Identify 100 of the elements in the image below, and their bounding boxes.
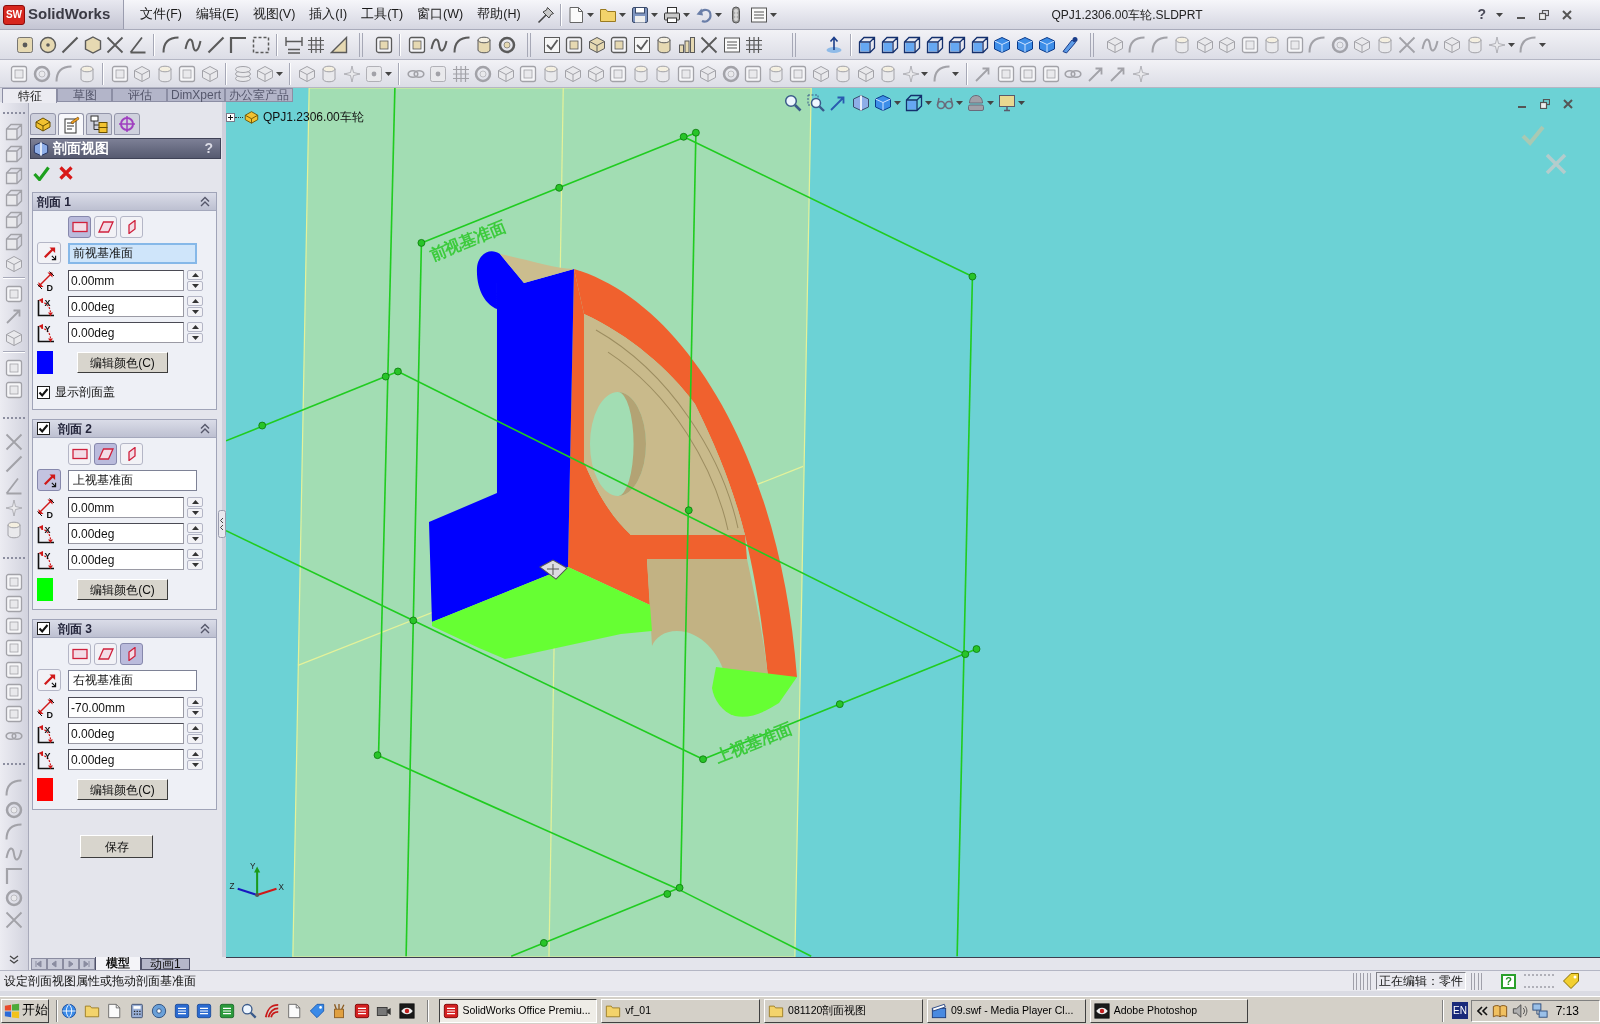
cube-icon[interactable] [993,35,1011,54]
corner-icon[interactable] [229,35,247,54]
command-tab[interactable]: 评估 [112,88,167,102]
spin-down-button[interactable] [187,333,203,343]
menu-item[interactable]: 帮助(H) [477,5,521,24]
crossed-lines-icon[interactable] [700,35,718,54]
feature-tree-tab[interactable] [30,113,56,135]
tile-icon[interactable] [353,1002,370,1019]
angle-field[interactable]: 0.00deg [68,296,184,317]
network-icon[interactable] [1532,1002,1548,1019]
cube-icon[interactable] [874,94,892,112]
drag-handle[interactable] [835,700,844,708]
taskbar-button[interactable]: vf_01 [601,998,761,1023]
angle-field[interactable]: 0.00deg [68,723,184,744]
restore-icon[interactable] [1539,9,1549,20]
spin-down-button[interactable] [187,734,203,744]
wireframe-cube-icon[interactable] [948,35,966,54]
front-plane-button[interactable] [68,443,91,465]
arc-icon[interactable] [452,35,471,54]
circle-icon[interactable] [38,35,57,54]
spin-down-button[interactable] [187,760,203,770]
front-plane-button[interactable] [68,643,91,665]
checkbox[interactable] [37,622,50,635]
speaker-icon[interactable] [1512,1002,1528,1019]
page-icon[interactable] [286,1002,302,1019]
caret-icon[interactable] [955,101,963,105]
language-indicator[interactable]: EN [1452,1002,1468,1019]
line-icon[interactable] [61,35,79,54]
stacked-disks-icon[interactable] [233,64,252,83]
command-tab[interactable]: 特征 [2,88,57,103]
caret-icon[interactable] [769,12,777,17]
check-icon[interactable] [1521,124,1545,146]
help-button[interactable]: ? [1501,973,1516,989]
spin-up-button[interactable] [187,296,203,306]
angle-field[interactable]: 0.00deg [68,749,184,770]
plus-box-icon[interactable] [226,112,235,122]
grid-icon[interactable] [745,35,763,54]
spin-up-button[interactable] [187,549,203,559]
checkbox-label[interactable]: 显示剖面盖 [55,383,115,401]
swirl-icon[interactable] [263,1002,280,1019]
magnifier-icon[interactable] [784,94,802,112]
printer-icon[interactable] [662,5,681,24]
list-icon[interactable] [749,5,768,24]
spin-up-button[interactable] [187,322,203,332]
section-cube-icon[interactable] [851,94,870,112]
bar-chart-icon[interactable] [677,35,696,54]
close-icon[interactable] [1562,9,1572,20]
collapse-icon[interactable] [200,196,210,207]
checkbox[interactable] [37,422,50,435]
wave-icon[interactable] [430,35,448,54]
top-plane-button[interactable] [94,216,117,238]
cylinder-icon[interactable] [475,35,493,54]
spin-up-button[interactable] [187,497,203,507]
model-tab[interactable]: 模型 [95,957,141,970]
drag-handle[interactable] [373,751,382,760]
caret-icon[interactable] [1507,42,1515,47]
distance-field[interactable]: -70.00mm [68,697,184,718]
crossed-lines-icon[interactable] [106,35,124,54]
reference-field[interactable]: 前视基准面 [68,242,197,264]
drag-handle[interactable] [540,939,548,947]
command-tab[interactable]: DimXpert [167,88,225,102]
right-plane-button[interactable] [120,216,143,238]
taskbar-button[interactable]: Adobe Photoshop [1089,998,1249,1023]
menu-item[interactable]: 编辑(E) [195,5,239,24]
restore-icon[interactable] [1540,99,1550,109]
spin-up-button[interactable] [187,270,203,280]
folder-icon[interactable] [83,1002,100,1019]
tag-icon[interactable] [1562,972,1580,990]
frame-icon[interactable] [407,35,426,54]
tile-icon[interactable] [196,1002,212,1019]
distance-field[interactable]: 0.00mm [68,270,184,291]
drag-handle[interactable] [968,272,977,281]
frame-icon[interactable] [565,35,583,54]
triangle-icon[interactable] [329,35,348,54]
angle-field[interactable]: 0.00deg [68,549,184,570]
angle-field[interactable]: 0.00deg [68,322,184,343]
close-icon[interactable] [1563,99,1573,109]
top-plane-button[interactable] [94,443,117,465]
line-icon[interactable] [206,35,225,54]
page-icon[interactable] [106,1002,122,1019]
menu-item[interactable]: 插入(I) [309,5,348,24]
caret-icon[interactable] [586,12,594,17]
right-plane-button[interactable] [120,443,143,465]
reverse-direction-button[interactable] [37,242,61,264]
move-handle-icon[interactable] [539,559,568,580]
magnifier-box-icon[interactable] [806,94,825,112]
wireframe-cube-icon[interactable] [925,35,944,54]
monitor-icon[interactable] [998,94,1016,112]
drag-handle[interactable] [409,616,418,625]
dashed-square-icon[interactable] [251,35,270,54]
section-header[interactable]: 剖面 1 [33,193,216,211]
drag-handle[interactable] [699,755,707,764]
top-plane-button[interactable] [94,643,117,665]
caret-icon[interactable] [893,101,901,105]
globe-icon[interactable] [61,1002,77,1019]
wireframe-cube-icon[interactable] [858,35,876,54]
spin-up-button[interactable] [187,749,203,759]
help-button[interactable]: ? [1477,4,1486,25]
section-header[interactable]: 剖面 2 [33,420,216,438]
frame-icon[interactable] [374,35,393,54]
